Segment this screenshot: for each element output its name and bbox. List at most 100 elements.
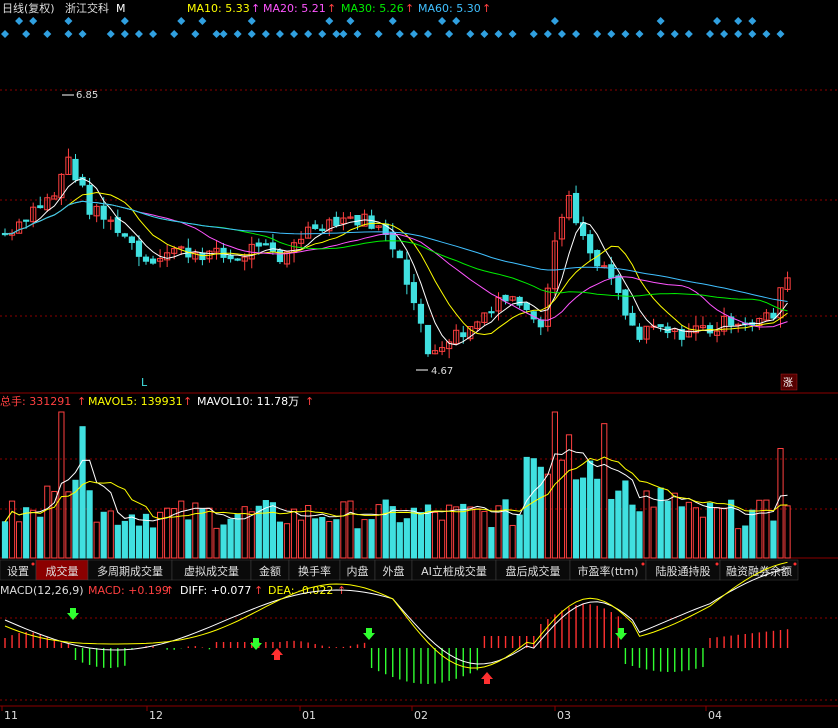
volume-bar — [312, 518, 319, 559]
signal-diamond — [15, 17, 24, 25]
signal-diamond — [452, 17, 461, 25]
signal-diamond — [748, 30, 757, 38]
indicator-tabs[interactable]: 设置 成交量 多周期成交量 虚拟成交量 金额 换手率 内盘 外盘 AI立桩成交量 盘后成交量 市盈率… — [0, 559, 799, 581]
volume-bar — [107, 510, 114, 559]
volume-bar — [283, 523, 291, 559]
signal-diamond — [170, 30, 179, 38]
tab-3[interactable]: 虚拟成交量 — [171, 559, 252, 581]
signal-diamond — [325, 17, 334, 25]
volume-bar — [516, 514, 523, 559]
candle-body — [537, 319, 544, 328]
signal-diamond — [670, 30, 679, 38]
tab-1[interactable]: 成交量 — [35, 559, 89, 581]
tab-8[interactable]: AI立桩成交量 — [411, 559, 497, 581]
signal-diamond — [706, 30, 714, 38]
macd-name[interactable]: MACD(12,26,9) — [0, 584, 84, 597]
candle-body — [488, 311, 495, 314]
signal-diamond — [409, 30, 418, 38]
signal-diamond — [445, 30, 454, 38]
signal-diamond — [550, 17, 559, 25]
tab-label: AI立桩成交量 — [421, 564, 487, 578]
signal-diamond — [593, 30, 602, 38]
x-tick-label: 01 — [302, 709, 316, 722]
volume-bar — [777, 448, 784, 559]
volume-bar — [396, 522, 403, 559]
volume-bar — [375, 504, 382, 559]
l-marker: L — [141, 376, 148, 389]
volume-bar — [149, 527, 157, 559]
tab-5[interactable]: 换手率 — [288, 559, 341, 581]
arrow-up-icon: ↑ — [482, 2, 491, 15]
signal-diamond — [22, 30, 31, 38]
volume-bar — [629, 504, 636, 559]
signal-diamond — [43, 30, 52, 38]
candle-body — [37, 205, 44, 209]
signal-diamond — [177, 17, 186, 25]
volume-bar — [241, 506, 248, 559]
volume-bar — [417, 511, 425, 559]
arrow-up-icon: ↑ — [77, 395, 86, 408]
arrow-up-icon: ↑ — [327, 2, 336, 15]
signal-diamond — [748, 17, 757, 25]
ma-lines — [4, 177, 788, 346]
ma10-label: MA10: 5.33 — [187, 2, 250, 15]
signal-diamond — [684, 30, 693, 38]
tab-0[interactable]: 设置 — [0, 559, 37, 581]
period-label[interactable]: 日线(复权) — [2, 1, 55, 15]
tab-11[interactable]: 陆股通持股 — [645, 559, 721, 581]
signal-diamond — [621, 30, 630, 38]
volume-bar — [234, 513, 241, 559]
candle-body — [572, 192, 580, 224]
candle-body — [23, 219, 30, 222]
candle-body — [502, 294, 509, 302]
signal-diamond — [607, 30, 616, 38]
candle-body — [410, 282, 417, 304]
x-tick-label: 12 — [149, 709, 163, 722]
tab-2[interactable]: 多周期成交量 — [87, 559, 173, 581]
tab-6[interactable]: 内盘 — [339, 559, 376, 581]
tab-4[interactable]: 金额 — [250, 559, 290, 581]
signal-diamond — [529, 30, 538, 38]
candle-body — [269, 242, 276, 252]
volume-bar — [544, 473, 551, 559]
volume-bar — [44, 485, 51, 559]
ma5-line — [4, 177, 788, 346]
candle-body — [516, 296, 523, 306]
volume-bar — [601, 423, 608, 559]
candle-body — [424, 324, 432, 355]
signal-diamond — [466, 30, 475, 38]
zhang-marker[interactable]: 涨 — [783, 377, 793, 389]
candle-body — [403, 259, 410, 285]
volume-bar — [657, 487, 664, 559]
signal-diamond — [64, 17, 73, 25]
candle-body — [460, 332, 467, 338]
volume-bar — [37, 516, 44, 559]
volume-bar — [276, 521, 284, 559]
volume-bar — [488, 527, 495, 559]
tab-label: 金额 — [259, 564, 281, 578]
volume-bar — [347, 500, 354, 559]
tab-7[interactable]: 外盘 — [374, 559, 413, 581]
tab-label: 成交量 — [46, 564, 79, 578]
volume-bar — [65, 491, 72, 559]
mavol10-label: MAVOL10: 11.78万 — [197, 395, 299, 408]
candle-body — [312, 224, 319, 229]
low-price-label: 4.67 — [431, 366, 453, 377]
signal-diamond — [656, 30, 665, 38]
signal-diamond — [374, 30, 383, 38]
volume-bar — [1, 521, 9, 559]
signal-diamond — [120, 30, 129, 38]
tab-9[interactable]: 盘后成交量 — [495, 559, 571, 581]
diff-value: DIFF: +0.077 — [180, 584, 251, 597]
price-candles — [1, 148, 791, 359]
volume-bar — [608, 498, 615, 559]
arrow-up-icon — [481, 672, 493, 684]
tab-10[interactable]: 市盈率(ttm) — [569, 559, 647, 581]
volume-bar — [298, 519, 305, 559]
volume-bar — [269, 502, 276, 559]
signal-diamond — [776, 30, 785, 38]
candle-body — [72, 158, 79, 181]
signal-diamond — [438, 17, 447, 25]
x-tick-label: 04 — [708, 709, 722, 722]
stock-name[interactable]: 浙江交科 — [65, 1, 109, 15]
